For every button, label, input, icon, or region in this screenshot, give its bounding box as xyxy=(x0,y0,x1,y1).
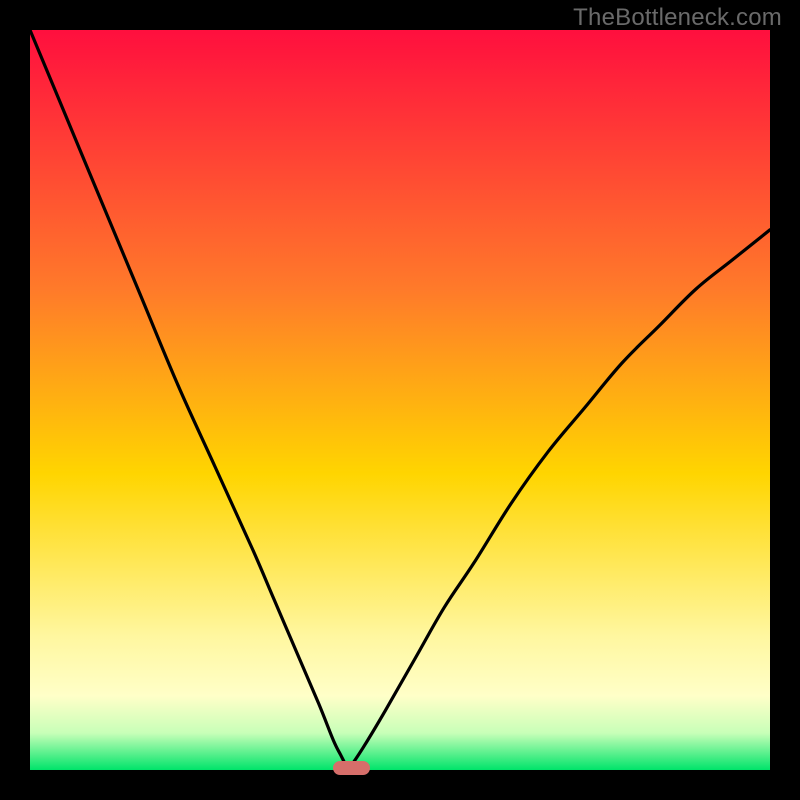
bottleneck-chart xyxy=(30,30,770,770)
vertex-marker xyxy=(333,761,370,775)
gradient-background xyxy=(30,30,770,770)
chart-root: TheBottleneck.com xyxy=(0,0,800,800)
watermark-text: TheBottleneck.com xyxy=(573,4,782,32)
